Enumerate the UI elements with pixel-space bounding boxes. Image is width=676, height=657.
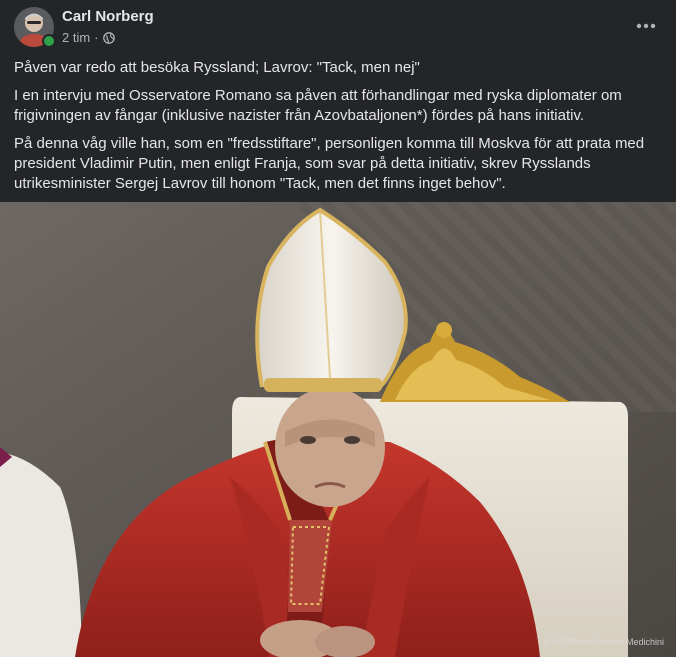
post-text: Påven var redo att besöka Ryssland; Lavr… [0, 58, 676, 194]
more-options-button[interactable] [630, 10, 662, 42]
post-paragraph-1: Påven var redo att besöka Ryssland; Lavr… [14, 59, 420, 76]
post-meta: 2 tim · [62, 30, 115, 45]
post-time[interactable]: 2 tim [62, 30, 90, 45]
post-photo[interactable]: © AP Photo/Andrew Medichini [0, 202, 676, 657]
more-horizontal-icon [636, 23, 656, 29]
author-name[interactable]: Carl Norberg [62, 8, 154, 25]
post-card: Carl Norberg 2 tim · Påven var redo att … [0, 0, 676, 657]
online-status-dot [42, 34, 56, 48]
globe-icon[interactable] [102, 31, 115, 44]
meta-separator: · [94, 30, 99, 45]
post-header: Carl Norberg 2 tim · [0, 0, 676, 56]
post-paragraph-3: På denna våg ville han, som en "fredssti… [14, 135, 645, 192]
post-paragraph-2: I en intervju med Osservatore Romano sa … [14, 87, 622, 124]
photo-credit: © AP Photo/Andrew Medichini [543, 637, 664, 647]
